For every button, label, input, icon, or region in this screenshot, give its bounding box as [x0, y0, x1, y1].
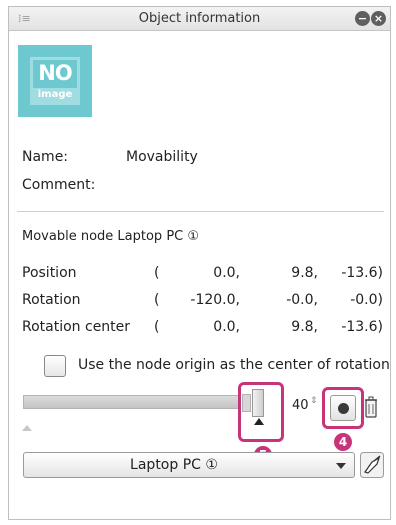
use-node-origin-label[interactable]: Use the node origin as the center of rot… [78, 357, 390, 373]
close-icon[interactable]: × [371, 11, 386, 26]
badge-record: 4 [334, 433, 352, 451]
rotation-x: -120.0, [190, 292, 240, 308]
position-label: Position [22, 265, 77, 281]
rotation-center-open-paren: ( [154, 319, 160, 335]
object-thumbnail: NO image [18, 45, 92, 117]
timeline-slider-track[interactable] [23, 395, 241, 409]
rotation-center-z: -13.6) [341, 319, 383, 335]
no-image-text: NO [38, 61, 72, 85]
position-open-paren: ( [154, 265, 160, 281]
name-label: Name: [22, 149, 69, 165]
record-highlight [322, 387, 364, 429]
rotation-center-label: Rotation center [22, 319, 131, 335]
panel-title: Object information [138, 11, 261, 26]
rotation-y: -0.0, [286, 292, 318, 308]
dropdown-arrow-icon [336, 463, 346, 469]
movable-node-value: Laptop PC ① [117, 229, 200, 244]
rotation-label: Rotation [22, 292, 81, 308]
frame-stepper-icon[interactable]: ⇕ [310, 397, 318, 406]
node-selector-value: Laptop PC ① [130, 457, 218, 473]
minimize-icon[interactable]: − [355, 11, 370, 26]
no-image-subtext: image [33, 88, 77, 102]
rotation-center-x: 0.0, [213, 319, 240, 335]
position-x: 0.0, [213, 265, 240, 281]
name-value: Movability [126, 149, 198, 165]
rotation-center-y: 9.8, [291, 319, 318, 335]
movable-node-label: Movable node Laptop PC ① [22, 229, 199, 244]
slider-highlight [238, 382, 284, 442]
no-image-placeholder: NO image [30, 57, 80, 105]
panel-titlebar[interactable]: ⁞≡ Object information − × [9, 7, 390, 31]
movable-node-caption: Movable node [22, 229, 114, 244]
position-y: 9.8, [291, 265, 318, 281]
comment-label: Comment: [22, 177, 96, 193]
rotation-z: -0.0) [350, 292, 383, 308]
trash-icon[interactable] [364, 396, 378, 418]
divider [17, 211, 384, 212]
frame-value[interactable]: 40 [292, 398, 309, 413]
node-selector-dropdown[interactable]: Laptop PC ① [23, 452, 355, 478]
use-node-origin-checkbox[interactable] [44, 355, 66, 377]
start-frame-marker-icon [22, 425, 32, 431]
rotation-open-paren: ( [154, 292, 160, 308]
position-z: -13.6) [341, 265, 383, 281]
pick-node-icon[interactable] [360, 452, 384, 478]
